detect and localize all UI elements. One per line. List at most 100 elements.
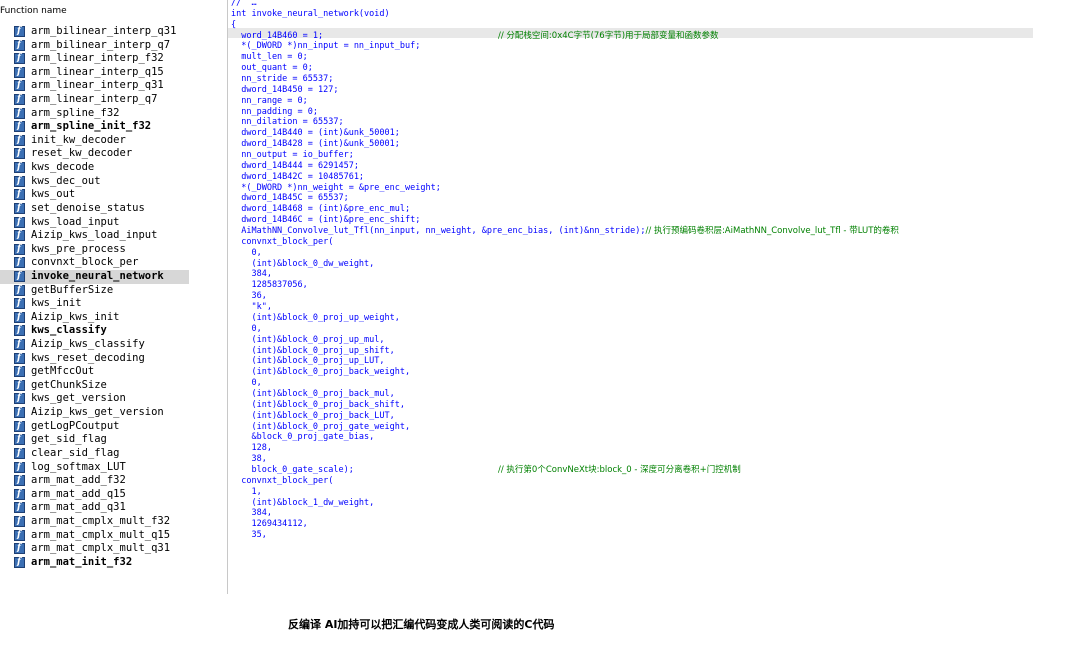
function-icon: f [14, 66, 25, 78]
code-line: out_quant = 0; [231, 63, 899, 74]
code-text: 35, [231, 530, 267, 541]
function-list-item[interactable]: f clear_sid_flag [0, 447, 189, 461]
function-name: clear_sid_flag [31, 446, 120, 459]
code-line: dword_14B46C = (int)&pre_enc_shift; [231, 215, 899, 226]
pseudocode-view[interactable]: // … int invoke_neural_network(void){ wor… [227, 0, 1033, 594]
code-line: dword_14B444 = 6291457; [231, 161, 899, 172]
function-list-item[interactable]: f arm_linear_interp_q7 [0, 93, 189, 107]
function-name: arm_mat_cmplx_mult_q15 [31, 528, 171, 541]
code-text: int invoke_neural_network(void) [231, 8, 390, 19]
function-list-item[interactable]: f get_sid_flag [0, 433, 189, 447]
function-list-item[interactable]: f kws_classify [0, 324, 189, 338]
code-text: dword_14B428 = (int)&unk_50001; [231, 139, 400, 150]
function-name: getChunkSize [31, 378, 107, 391]
function-name: arm_bilinear_interp_q7 [31, 38, 171, 51]
function-list-item[interactable]: f kws_pre_process [0, 243, 189, 257]
function-list-item[interactable]: f arm_mat_init_f32 [0, 556, 189, 570]
code-text: (int)&block_0_proj_back_shift, [231, 399, 405, 410]
function-list-item[interactable]: f getLogPCoutput [0, 420, 189, 434]
code-line: int invoke_neural_network(void) [231, 9, 899, 20]
function-name: arm_mat_add_q15 [31, 487, 126, 500]
function-list-item[interactable]: f kws_reset_decoding [0, 352, 189, 366]
function-list-item[interactable]: f Aizip_kws_get_version [0, 406, 189, 420]
function-list-item[interactable]: f Aizip_kws_init [0, 311, 189, 325]
function-name: convnxt_block_per [31, 256, 139, 269]
function-list-item[interactable]: f getChunkSize [0, 379, 189, 393]
function-icon: f [14, 488, 25, 500]
function-list-item[interactable]: f getBufferSize [0, 284, 189, 298]
function-list-item[interactable]: f Aizip_kws_classify [0, 338, 189, 352]
code-text: 384, [231, 269, 272, 280]
code-line: convnxt_block_per( [231, 237, 899, 248]
code-text: 1285837056, [231, 280, 308, 291]
function-list-item[interactable]: f arm_linear_interp_q15 [0, 66, 189, 80]
function-name: getMfccOut [31, 365, 95, 378]
function-icon: f [14, 434, 25, 446]
function-list-item[interactable]: f arm_bilinear_interp_q7 [0, 39, 189, 53]
function-list-item[interactable]: f getMfccOut [0, 365, 189, 379]
function-list-item[interactable]: f kws_decode [0, 161, 189, 175]
function-name: arm_linear_interp_f32 [31, 52, 164, 65]
function-icon: f [14, 202, 25, 214]
function-list-item[interactable]: f arm_linear_interp_q31 [0, 79, 189, 93]
function-name: arm_mat_add_f32 [31, 474, 126, 487]
function-list-item[interactable]: f arm_mat_cmplx_mult_q31 [0, 542, 189, 556]
code-line: nn_stride = 65537; [231, 74, 899, 85]
function-list-item[interactable]: f convnxt_block_per [0, 256, 189, 270]
function-list-item[interactable]: f arm_spline_init_f32 [0, 120, 189, 134]
function-list-item[interactable]: f log_softmax_LUT [0, 461, 189, 475]
code-text: (int)&block_0_proj_back_weight, [231, 367, 411, 378]
function-list-item[interactable]: f arm_linear_interp_f32 [0, 52, 189, 66]
function-list-header[interactable]: Function name [0, 6, 67, 20]
function-list-item[interactable]: f kws_init [0, 297, 189, 311]
code-text: convnxt_block_per( [231, 475, 334, 486]
function-icon: f [14, 134, 25, 146]
function-list-item[interactable]: f reset_kw_decoder [0, 147, 189, 161]
function-name: arm_mat_cmplx_mult_q31 [31, 542, 171, 555]
function-name: reset_kw_decoder [31, 147, 133, 160]
function-list-item[interactable]: f arm_bilinear_interp_q31 [0, 25, 189, 39]
code-line: (int)&block_0_dw_weight, [231, 259, 899, 270]
function-icon: f [14, 26, 25, 37]
function-list-item[interactable]: f invoke_neural_network [0, 269, 189, 284]
code-text: nn_stride = 65537; [231, 74, 334, 85]
code-text: AiMathNN_Convolve_lut_Tfl(nn_input, nn_w… [231, 226, 646, 237]
function-icon: f [14, 230, 25, 242]
code-text: (int)&block_0_proj_back_LUT, [231, 410, 395, 421]
function-list-item[interactable]: f arm_spline_f32 [0, 107, 189, 121]
code-comment: // 分配栈空间:0x4C字节(76字节)用于局部变量和函数参数 [498, 30, 719, 41]
function-icon: f [14, 556, 25, 568]
function-name: kws_get_version [31, 392, 126, 405]
function-list-item[interactable]: f arm_mat_add_q15 [0, 488, 189, 502]
function-list-item[interactable]: f kws_get_version [0, 392, 189, 406]
code-line: 0, [231, 378, 899, 389]
function-list-item[interactable]: f arm_mat_add_q31 [0, 501, 189, 515]
function-icon: f [14, 325, 25, 337]
function-list-item[interactable]: f arm_mat_cmplx_mult_f32 [0, 515, 189, 529]
code-line: word_14B460 = 1; // 分配栈空间:0x4C字节(76字节)用于局… [231, 31, 899, 42]
function-list-item[interactable]: f kws_load_input [0, 216, 189, 230]
function-list-item[interactable]: f kws_out [0, 188, 189, 202]
code-text: convnxt_block_per( [231, 236, 334, 247]
function-icon: f [14, 175, 25, 187]
code-text: (int)&block_0_dw_weight, [231, 258, 375, 269]
function-list-item[interactable]: f init_kw_decoder [0, 134, 189, 148]
code-text: nn_output = io_buffer; [231, 150, 354, 161]
function-icon: f [14, 53, 25, 65]
function-list-item[interactable]: f kws_dec_out [0, 175, 189, 189]
function-icon: f [14, 420, 25, 432]
function-list-item[interactable]: f arm_mat_cmplx_mult_q15 [0, 529, 189, 543]
code-line: (int)&block_0_proj_up_shift, [231, 346, 899, 357]
code-line: 1269434112, [231, 519, 899, 530]
code-text: *(_DWORD *)nn_input = nn_input_buf; [231, 41, 421, 52]
function-name: kws_init [31, 297, 82, 310]
function-list-item[interactable]: f arm_mat_add_f32 [0, 474, 189, 488]
function-icon: f [14, 257, 25, 269]
code-text: 0, [231, 323, 262, 334]
code-text: 1269434112, [231, 519, 308, 530]
function-icon: f [14, 366, 25, 378]
function-list-item[interactable]: f Aizip_kws_load_input [0, 229, 189, 243]
code-line: 0, [231, 248, 899, 259]
function-list-item[interactable]: f set_denoise_status [0, 202, 189, 216]
code-text: dword_14B42C = 10485761; [231, 171, 365, 182]
